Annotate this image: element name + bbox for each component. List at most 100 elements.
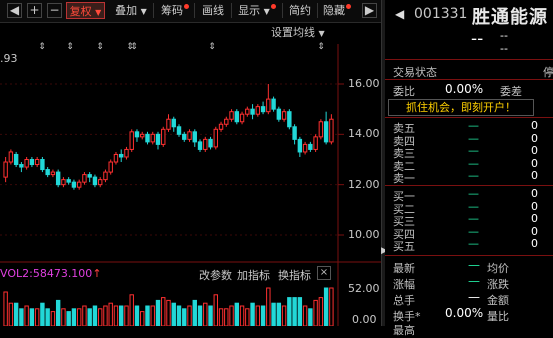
scroll-right-button[interactable]: ▶ <box>362 3 377 18</box>
zoom-out-button[interactable]: − <box>47 3 62 18</box>
buy-price[interactable]: — <box>468 187 479 200</box>
sell-price[interactable]: — <box>468 119 479 132</box>
huaxian-label: 画线 <box>202 4 224 17</box>
volume-bar <box>287 297 292 326</box>
volume-bar <box>34 308 40 326</box>
volume-bar <box>271 302 276 326</box>
candle <box>266 98 271 113</box>
weicha-label: 委差 <box>500 85 522 98</box>
yincang-button[interactable]: 隐藏 <box>320 2 354 19</box>
volume-bar <box>166 299 171 326</box>
divider <box>385 185 553 186</box>
candle <box>176 126 182 135</box>
candle <box>97 179 103 186</box>
divider <box>385 255 553 256</box>
dropdown-icon: ▼ <box>140 7 147 16</box>
chouma-button[interactable]: 筹码 <box>158 2 192 19</box>
volume-bar <box>145 305 150 326</box>
buy-price[interactable]: — <box>468 200 479 213</box>
fuquan-button[interactable]: 复权 ▼ <box>66 2 105 19</box>
volume-bar <box>208 305 213 326</box>
volume-bar <box>140 311 145 326</box>
candle <box>103 171 108 181</box>
jianyue-button[interactable]: 简约 <box>286 2 314 19</box>
minus-icon: − <box>49 3 60 17</box>
scroll-left-button[interactable]: ◀ <box>7 3 22 18</box>
candle <box>155 133 161 145</box>
dropdown-icon: ▼ <box>95 8 102 17</box>
chart-toolbar: ◀ + − 复权 ▼ 叠加 ▼ 筹码 画线 显示 ▼ 简约 隐藏 ▶ <box>0 0 381 23</box>
volume-bar <box>234 302 240 326</box>
divider <box>385 117 553 118</box>
zhangfu-value: — <box>468 274 480 288</box>
volume-bar <box>24 305 29 326</box>
diejia-button[interactable]: 叠加 ▼ <box>111 2 151 19</box>
volume-bar <box>266 287 271 326</box>
buy-label: 买五 <box>393 240 415 254</box>
sell-price[interactable]: — <box>468 157 479 170</box>
candle <box>229 111 234 120</box>
volume-bar <box>276 302 282 326</box>
volume-bar <box>71 308 77 326</box>
stock-name: 胜通能源 <box>472 7 548 28</box>
buy-price[interactable]: — <box>468 237 479 250</box>
sell-price[interactable]: — <box>468 132 479 145</box>
volume-bar <box>40 302 45 326</box>
candle <box>187 131 192 140</box>
volume-bar <box>192 299 197 326</box>
buy-price[interactable]: — <box>468 212 479 225</box>
toolbar-separator <box>231 3 232 18</box>
volume-bar <box>182 308 187 326</box>
vol-close-button[interactable]: × <box>317 266 331 280</box>
volume-bar <box>129 294 134 326</box>
zoom-in-button[interactable]: + <box>27 3 42 18</box>
candle <box>203 138 208 150</box>
sell-price[interactable]: — <box>468 169 479 182</box>
chart-grid <box>0 83 344 236</box>
candle <box>208 138 213 148</box>
switch-indicator-button[interactable]: 换指标 <box>278 267 311 283</box>
add-indicator-button[interactable]: 加指标 <box>237 267 270 283</box>
buy-price[interactable]: — <box>468 225 479 238</box>
candle <box>24 159 29 168</box>
notification-dot-icon <box>184 4 189 9</box>
stock-code: 001331 <box>414 6 468 22</box>
volume-bar <box>8 302 14 326</box>
notification-dot-icon <box>346 4 351 9</box>
y-tick-10: 10.00 <box>348 228 380 241</box>
candle <box>239 113 245 123</box>
volume-bar <box>329 287 334 326</box>
kline-chart[interactable]: ⇕ ⇕ ⇕ ⇕⇕ ⇕ ⇕ <box>0 22 381 326</box>
volume-bar <box>318 297 324 326</box>
candle <box>213 128 218 148</box>
promo-text: 抓住机会，即刻开户！ <box>406 101 516 114</box>
vol-param-button[interactable]: 改参数 <box>199 267 232 283</box>
open-account-banner[interactable]: 抓住机会，即刻开户！ <box>388 99 534 116</box>
sell-qty: 0 <box>531 169 538 183</box>
up-arrow-icon: ↑ <box>92 267 102 280</box>
huaxian-button[interactable]: 画线 <box>198 2 228 19</box>
huanshou-value: 0.00% <box>445 306 484 320</box>
candle <box>66 179 71 183</box>
sell-price[interactable]: — <box>468 144 479 157</box>
candle <box>313 136 318 150</box>
candle <box>329 118 334 143</box>
candle <box>245 108 250 115</box>
volume-bar <box>203 302 208 326</box>
candle <box>8 151 14 163</box>
buy-qty: 0 <box>531 199 538 213</box>
xianshi-button[interactable]: 显示 ▼ <box>235 2 279 19</box>
event-marker-icon: ⇕ <box>208 42 216 52</box>
right-arrow-icon: ▶ <box>364 3 375 17</box>
volume-bar <box>239 305 245 326</box>
volume-bar <box>155 299 161 326</box>
sell-label: 卖一 <box>393 172 415 186</box>
volume-bar <box>323 287 329 326</box>
candle <box>297 138 303 153</box>
y-tick-12: 12.00 <box>348 178 380 191</box>
volume-bar <box>281 305 287 326</box>
volume-bar <box>260 305 266 326</box>
candle <box>145 133 150 143</box>
quote-prev-icon[interactable]: ◀ <box>395 7 404 21</box>
volume-bar <box>161 297 166 326</box>
